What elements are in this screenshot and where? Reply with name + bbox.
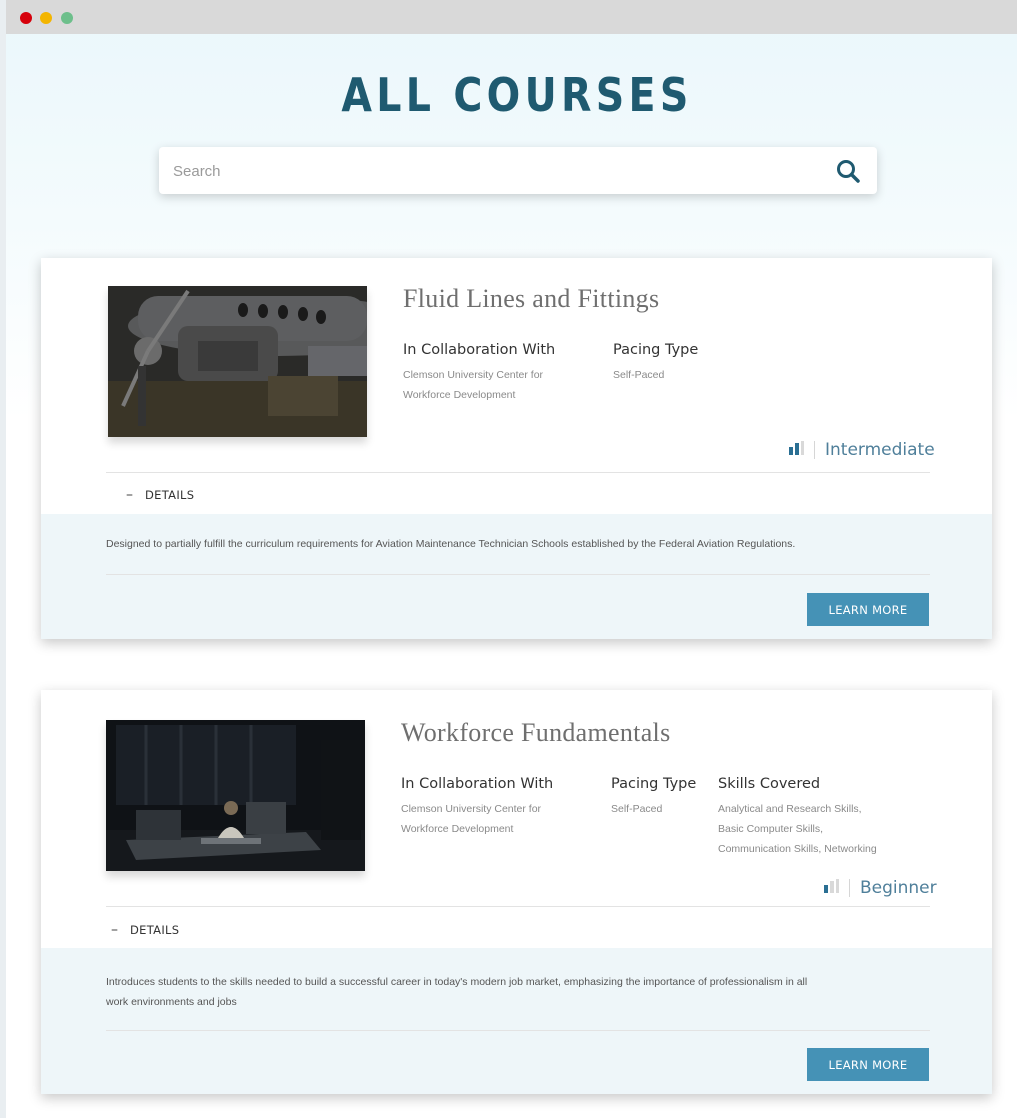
- details-panel: Designed to partially fulfill the curric…: [41, 514, 992, 639]
- maximize-window-button[interactable]: [61, 12, 73, 24]
- bar-level-icon: [788, 440, 804, 460]
- details-toggle[interactable]: – DETAILS: [126, 487, 194, 503]
- pacing-value: Self-Paced: [611, 803, 663, 815]
- course-description: Designed to partially fulfill the curric…: [106, 538, 796, 550]
- minimize-window-button[interactable]: [40, 12, 52, 24]
- browser-window: ALL COURSES Search Fluid Lines and Fitti…: [6, 0, 1017, 1118]
- search-input[interactable]: [171, 155, 795, 187]
- course-image-aircraft-engine[interactable]: [108, 286, 367, 437]
- level-text: Intermediate: [825, 440, 935, 460]
- course-description: Introduces students to the skills needed…: [106, 972, 946, 1012]
- description-line: work environments and jobs: [106, 996, 237, 1008]
- page-title: ALL COURSES: [341, 68, 693, 122]
- course-card: Workforce Fundamentals In Collaboration …: [41, 690, 992, 1094]
- course-title[interactable]: Fluid Lines and Fittings: [403, 284, 659, 314]
- course-title[interactable]: Workforce Fundamentals: [401, 718, 670, 748]
- pacing-column: Pacing Type Self-Paced: [613, 342, 698, 385]
- search-bar: [159, 147, 877, 194]
- skill-item: Basic Computer Skills,: [718, 823, 824, 835]
- bar-level-icon: [823, 878, 839, 898]
- divider: [106, 1030, 930, 1031]
- divider: [106, 472, 930, 473]
- learn-more-button[interactable]: LEARN MORE: [807, 1048, 929, 1081]
- window-titlebar: [6, 0, 1017, 34]
- collaboration-column: In Collaboration With Clemson University…: [401, 776, 553, 839]
- course-image-office-worker[interactable]: [106, 720, 365, 871]
- details-label: DETAILS: [145, 488, 195, 502]
- collaboration-value-line: Workforce Development: [401, 823, 514, 835]
- course-card: Fluid Lines and Fittings In Collaboratio…: [41, 258, 992, 639]
- divider: [106, 574, 930, 575]
- level-text: Beginner: [860, 878, 937, 898]
- collapse-icon: –: [111, 922, 118, 938]
- details-toggle[interactable]: – DETAILS: [111, 922, 179, 938]
- details-panel: Introduces students to the skills needed…: [41, 948, 992, 1094]
- pacing-heading: Pacing Type: [611, 776, 697, 792]
- search-icon[interactable]: [835, 158, 861, 184]
- pacing-heading: Pacing Type: [613, 342, 699, 358]
- level-indicator: Intermediate: [788, 440, 935, 460]
- skills-column: Skills Covered Analytical and Research S…: [718, 776, 877, 859]
- collaboration-value-line: Workforce Development: [403, 389, 516, 401]
- skill-item: Analytical and Research Skills,: [718, 803, 862, 815]
- pacing-column: Pacing Type Self-Paced: [611, 776, 696, 819]
- collaboration-value-line: Clemson University Center for: [403, 369, 544, 381]
- description-line: Introduces students to the skills needed…: [106, 976, 808, 988]
- collapse-icon: –: [126, 487, 133, 503]
- collaboration-heading: In Collaboration With: [403, 342, 556, 358]
- learn-more-button[interactable]: LEARN MORE: [807, 593, 929, 626]
- collaboration-value: Clemson University Center for Workforce …: [401, 799, 553, 839]
- skill-item: Communication Skills, Networking: [718, 843, 877, 855]
- close-window-button[interactable]: [20, 12, 32, 24]
- details-label: DETAILS: [130, 923, 180, 937]
- level-indicator: Beginner: [823, 878, 937, 898]
- collaboration-value-line: Clemson University Center for: [401, 803, 542, 815]
- collaboration-value: Clemson University Center for Workforce …: [403, 365, 555, 405]
- level-divider: [814, 441, 815, 459]
- collaboration-column: In Collaboration With Clemson University…: [403, 342, 555, 405]
- skills-value: Analytical and Research Skills, Basic Co…: [718, 799, 877, 859]
- pacing-value: Self-Paced: [613, 369, 665, 381]
- collaboration-heading: In Collaboration With: [401, 776, 554, 792]
- divider: [106, 906, 930, 907]
- level-divider: [849, 879, 850, 897]
- skills-heading: Skills Covered: [718, 776, 821, 792]
